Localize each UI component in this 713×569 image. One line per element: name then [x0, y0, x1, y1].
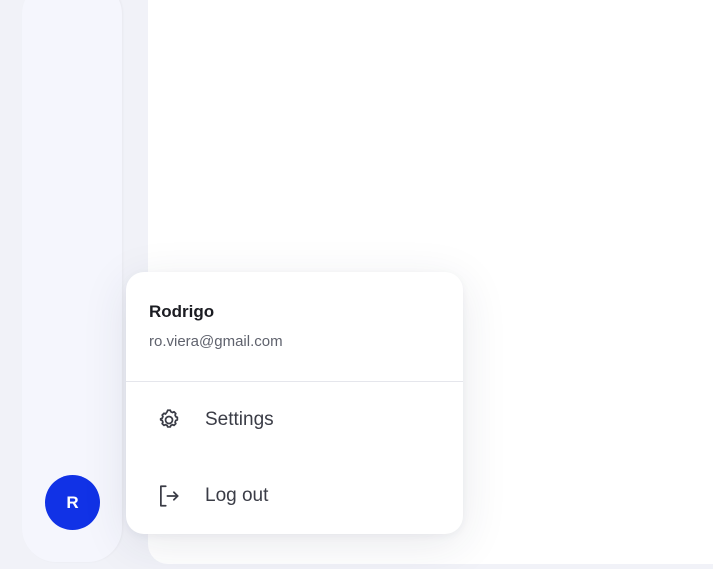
account-menu: Rodrigo ro.viera@gmail.com Settings Log … — [126, 272, 463, 534]
app-window: R Rodrigo ro.viera@gmail.com Settings Lo… — [0, 0, 713, 569]
user-avatar-button[interactable]: R — [45, 475, 100, 530]
gear-icon — [155, 406, 183, 434]
account-info: Rodrigo ro.viera@gmail.com — [126, 272, 463, 351]
avatar-initial: R — [66, 492, 79, 512]
account-email: ro.viera@gmail.com — [149, 333, 283, 350]
logout-icon — [155, 482, 183, 510]
settings-menu-item[interactable]: Settings — [126, 390, 463, 450]
logout-menu-item[interactable]: Log out — [126, 466, 463, 526]
settings-label: Settings — [205, 409, 274, 430]
logout-label: Log out — [205, 485, 269, 506]
menu-divider — [126, 381, 463, 382]
account-name: Rodrigo — [149, 302, 215, 321]
